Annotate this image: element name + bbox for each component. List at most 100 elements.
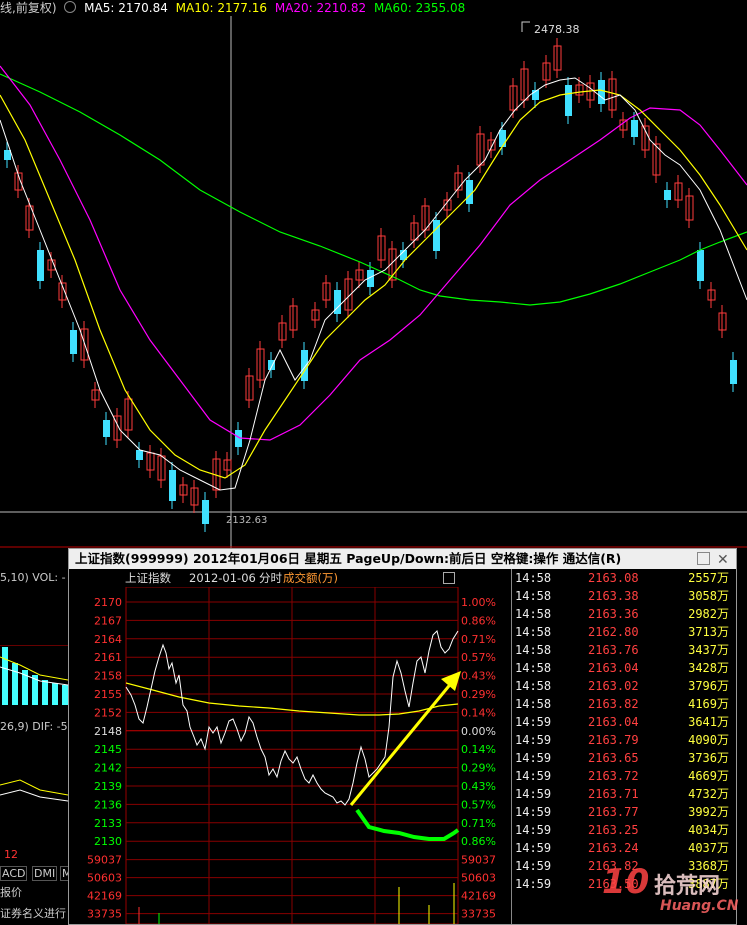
tick-row[interactable]: 14:59 2163.25 4034万 — [512, 821, 737, 839]
tick-price: 2163.36 — [588, 607, 639, 621]
tick-row[interactable]: 14:59 2163.72 4669万 — [512, 767, 737, 785]
price-tick: 2148 — [94, 725, 122, 738]
tick-row[interactable]: 14:58 2163.08 2557万 — [512, 569, 737, 587]
price-tick: 2139 — [94, 780, 122, 793]
trend-arrow — [349, 671, 461, 806]
intraday-green-curve — [355, 808, 460, 841]
candle-body-down — [631, 120, 638, 137]
candle-body-down — [70, 330, 77, 354]
tick-time: 14:58 — [515, 607, 552, 621]
tick-time: 14:58 — [515, 679, 552, 693]
price-tick: 2155 — [94, 688, 122, 701]
tick-time: 14:58 — [515, 661, 552, 675]
tick-row[interactable]: 14:58 2162.80 3713万 — [512, 623, 737, 641]
tick-volume: 4034万 — [688, 823, 729, 837]
candle-body-down — [664, 190, 671, 200]
tick-time: 14:58 — [515, 589, 552, 603]
percent-tick: 0.86% — [461, 835, 496, 848]
tick-price: 2162.80 — [588, 625, 639, 639]
tick-time: 14:59 — [515, 823, 552, 837]
site-watermark-logo: 10 拾荒网 Huang.CN — [600, 862, 740, 922]
tick-time: 14:59 — [515, 841, 552, 855]
tick-price: 2163.82 — [588, 697, 639, 711]
tick-time: 14:58 — [515, 571, 552, 585]
indicator-tab-dmi[interactable]: DMI — [32, 866, 58, 881]
tick-price: 2163.79 — [588, 733, 639, 747]
tick-volume: 3736万 — [688, 751, 729, 765]
tick-price: 2163.08 — [588, 571, 639, 585]
price-tick: 2136 — [94, 798, 122, 811]
tick-volume: 3428万 — [688, 661, 729, 675]
volume-tick-right: 59037 — [461, 854, 496, 867]
tick-row[interactable]: 14:58 2163.76 3437万 — [512, 641, 737, 659]
candlestick-series — [4, 38, 737, 532]
tick-volume: 3437万 — [688, 643, 729, 657]
tick-volume: 3641万 — [688, 715, 729, 729]
daily-kline-chart[interactable]: 2478.38 2132.63 — [0, 0, 747, 560]
tick-time: 14:58 — [515, 625, 552, 639]
percent-axis: 1.00% 0.86% 0.71% 0.57% 0.43% 0.29% 0.14% 0.00%… — [461, 596, 496, 848]
tick-volume: 3992万 — [688, 805, 729, 819]
percent-tick: 0.43% — [461, 670, 496, 683]
tick-row[interactable]: 14:58 2163.82 4169万 — [512, 695, 737, 713]
tick-time: 14:58 — [515, 643, 552, 657]
price-tick: 2161 — [94, 651, 122, 664]
tick-row[interactable]: 14:58 2163.38 3058万 — [512, 587, 737, 605]
volume-tick: 33735 — [87, 908, 122, 921]
candle-body-down — [565, 85, 572, 116]
popup-title-bar[interactable]: 上证指数(999999) 2012年01月06日 星期五 PageUp/Down… — [69, 549, 736, 569]
indicator-tab-acd[interactable]: ACD — [0, 866, 28, 881]
price-tick: 2130 — [94, 835, 122, 848]
close-icon[interactable]: ✕ — [717, 550, 729, 570]
percent-tick: 0.71% — [461, 633, 496, 646]
volume-bars — [138, 883, 455, 924]
tick-row[interactable]: 14:59 2163.65 3736万 — [512, 749, 737, 767]
footer-text: 证券名义进行 — [0, 907, 66, 920]
tick-price: 2163.65 — [588, 751, 639, 765]
tick-price: 2163.02 — [588, 679, 639, 693]
percent-tick: 0.71% — [461, 817, 496, 830]
tick-volume: 3796万 — [688, 679, 729, 693]
tick-row[interactable]: 14:58 2163.02 3796万 — [512, 677, 737, 695]
tick-row[interactable]: 14:59 2163.71 4732万 — [512, 785, 737, 803]
tick-row[interactable]: 14:58 2163.36 2982万 — [512, 605, 737, 623]
price-tick: 2145 — [94, 743, 122, 756]
tick-row[interactable]: 14:59 2163.04 3641万 — [512, 713, 737, 731]
percent-tick: 0.29% — [461, 688, 496, 701]
tick-row[interactable]: 14:59 2163.24 4037万 — [512, 839, 737, 857]
price-tick: 2133 — [94, 817, 122, 830]
tick-row[interactable]: 14:58 2163.04 3428万 — [512, 659, 737, 677]
tick-price: 2163.77 — [588, 805, 639, 819]
intraday-grid — [126, 587, 458, 924]
tick-row[interactable]: 14:59 2163.79 4090万 — [512, 731, 737, 749]
volume-tick: 42169 — [87, 890, 122, 903]
candle-body-down — [37, 250, 44, 281]
tick-time: 14:59 — [515, 787, 552, 801]
candle-body-down — [136, 450, 143, 460]
tick-volume: 4169万 — [688, 697, 729, 711]
candle-body-down — [202, 500, 209, 524]
price-tick: 2158 — [94, 670, 122, 683]
price-tick: 2167 — [94, 614, 122, 627]
volume-tick-right: 50603 — [461, 872, 496, 885]
percent-tick: 0.29% — [461, 762, 496, 775]
percent-tick: 0.00% — [461, 725, 496, 738]
tick-time: 14:58 — [515, 697, 552, 711]
intraday-subheader: 上证指数 2012-01-06 分时 成交额(万) — [69, 570, 507, 587]
report-label: 报价 — [0, 886, 22, 899]
percent-tick: 0.57% — [461, 798, 496, 811]
intraday-chart[interactable]: 2170 2167 2164 2161 2158 2155 2152 2148 2145 2142… — [69, 587, 511, 924]
volume-tick: 59037 — [87, 854, 122, 867]
metric-label: 成交额(万) — [283, 571, 338, 585]
panel-menu-icon[interactable] — [443, 572, 455, 584]
chart-kind: 分时 — [259, 571, 282, 585]
tick-row[interactable]: 14:59 2163.77 3992万 — [512, 803, 737, 821]
tick-price: 2163.72 — [588, 769, 639, 783]
price-tick: 2164 — [94, 633, 122, 646]
candle-body-down — [4, 150, 11, 160]
candle-body-down — [466, 180, 473, 204]
tick-volume: 3058万 — [688, 589, 729, 603]
candle-body-down — [433, 220, 440, 251]
tick-time: 14:59 — [515, 877, 552, 891]
maximize-icon[interactable] — [697, 552, 710, 565]
